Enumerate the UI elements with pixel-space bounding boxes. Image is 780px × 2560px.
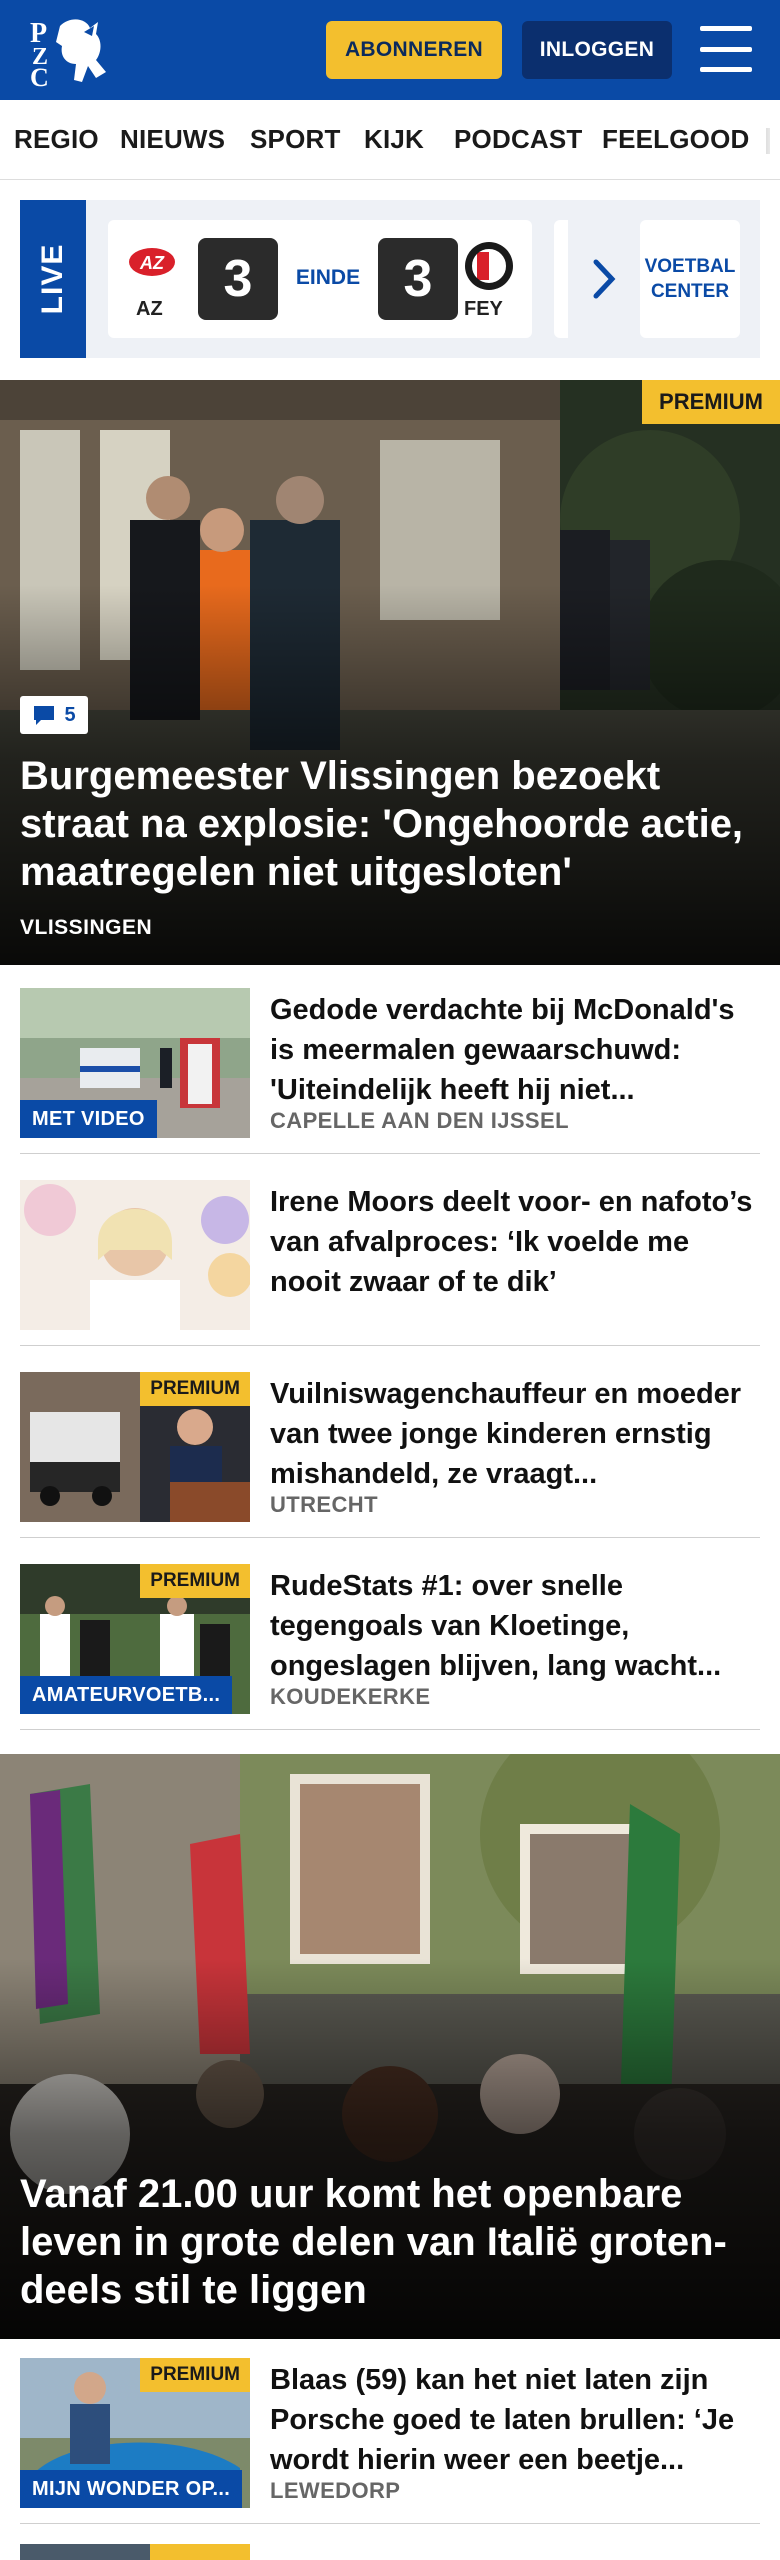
match-card[interactable]: AZ AZ 3 EINDE 3 FEY [108, 220, 532, 338]
article-thumbnail: MET VIDEO [20, 988, 250, 1138]
article-thumbnail: PREMIUM MIJN WONDER OP... [20, 2358, 250, 2508]
menu-bar [700, 67, 752, 72]
nav-item-nieuws[interactable]: NIEUWS [120, 124, 225, 155]
hero-article[interactable]: PREMIUM 5 Burgemeester Vlissingen bezoek… [0, 380, 780, 965]
section-nav: REGIO NIEUWS SPORT KIJK PODCAST FEELGOOD [0, 100, 780, 180]
premium-badge: PREMIUM [642, 380, 780, 424]
video-tag: MET VIDEO [20, 1100, 157, 1138]
nav-item-kijk[interactable]: KIJK [364, 124, 424, 155]
article-title[interactable]: Gedode verdachte bij McDonald's is meerm… [270, 990, 760, 1110]
home-team-name: AZ [136, 298, 163, 320]
chevron-right-icon[interactable] [590, 256, 620, 302]
next-article-badge-partial [20, 2544, 250, 2560]
premium-badge: PREMIUM [140, 1372, 250, 1406]
premium-badge-partial [150, 2544, 250, 2560]
comment-count: 5 [64, 703, 76, 726]
article-title[interactable]: Irene Moors deelt voor- en nafoto’s van … [270, 1182, 760, 1302]
feyenoord-club-logo-icon [465, 242, 513, 290]
hero-headline[interactable]: Vanaf 21.00 uur komt het openbare leven … [20, 2170, 760, 2314]
article-thumbnail: PREMIUM [20, 1372, 250, 1522]
pzc-lion-logo-icon: P Z C [30, 18, 106, 92]
article-row[interactable]: MET VIDEO Gedode verdachte bij McDonald'… [20, 982, 760, 1154]
article-title[interactable]: RudeStats #1: over snelle tegengoals van… [270, 1566, 760, 1686]
comment-count-badge[interactable]: 5 [20, 696, 88, 734]
article-title[interactable]: Blaas (59) kan het niet laten zijn Porsc… [270, 2360, 760, 2480]
article-row[interactable]: PREMIUM Vuilniswagenchauffeur en moeder … [20, 1366, 760, 1538]
subscribe-button[interactable]: ABONNEREN [326, 21, 502, 79]
nav-item-podcast[interactable]: PODCAST [454, 124, 583, 155]
menu-bar [700, 26, 752, 31]
article-location: KOUDEKERKE [270, 1684, 431, 1709]
site-header: P Z C ABONNEREN INLOGGEN [0, 0, 780, 100]
match-status: EINDE [295, 266, 361, 289]
hero-location: VLISSINGEN [20, 916, 153, 939]
article-location: CAPELLE AAN DEN IJSSEL [270, 1108, 569, 1133]
nav-fade [750, 100, 780, 179]
nav-item-regio[interactable]: REGIO [14, 124, 99, 155]
away-score: 3 [378, 238, 458, 320]
hero-headline[interactable]: Burgemeester Vlissingen bezoekt straat n… [20, 752, 760, 896]
premium-badge: PREMIUM [140, 1564, 250, 1598]
premium-badge: PREMIUM [140, 2358, 250, 2392]
article-row[interactable]: Irene Moors deelt voor- en nafoto’s van … [20, 1174, 760, 1346]
hamburger-menu-icon[interactable] [700, 26, 752, 72]
nav-item-sport[interactable]: SPORT [250, 124, 341, 155]
next-match-card-stub[interactable] [554, 220, 568, 338]
login-button[interactable]: INLOGGEN [522, 21, 672, 79]
pzc-logo[interactable]: P Z C [26, 12, 116, 92]
thumbnail-photo [20, 1180, 250, 1330]
voetbal-center-link[interactable]: VOETBAL CENTER [640, 220, 740, 338]
live-label: LIVE [20, 200, 86, 358]
category-tag: AMATEURVOETB... [20, 1676, 233, 1714]
article-thumbnail: PREMIUM AMATEURVOETB... [20, 1564, 250, 1714]
az-club-logo-icon: AZ [129, 248, 175, 276]
home-score: 3 [198, 238, 278, 320]
hero-article[interactable]: Vanaf 21.00 uur komt het openbare leven … [0, 1754, 780, 2339]
article-title[interactable]: Vuilniswagenchauffeur en moeder van twee… [270, 1374, 760, 1494]
article-location: UTRECHT [270, 1492, 378, 1517]
svg-text:AZ: AZ [139, 253, 165, 273]
menu-bar [700, 46, 752, 52]
article-location: LEWEDORP [270, 2478, 401, 2503]
article-row[interactable]: PREMIUM AMATEURVOETB... RudeStats #1: ov… [20, 1558, 760, 1730]
category-tag: MIJN WONDER OP... [20, 2470, 243, 2508]
live-label-text: LIVE [36, 243, 69, 315]
away-team-name: FEY [464, 298, 503, 320]
live-scores-widget: LIVE AZ AZ 3 EINDE 3 FEY VOETBAL CENTER [20, 200, 760, 358]
article-row[interactable]: PREMIUM MIJN WONDER OP... Blaas (59) kan… [20, 2352, 760, 2524]
comment-bubble-icon [34, 706, 55, 725]
svg-text:C: C [30, 63, 49, 88]
article-thumbnail [20, 1180, 250, 1330]
nav-item-feelgood[interactable]: FEELGOOD [602, 124, 750, 155]
